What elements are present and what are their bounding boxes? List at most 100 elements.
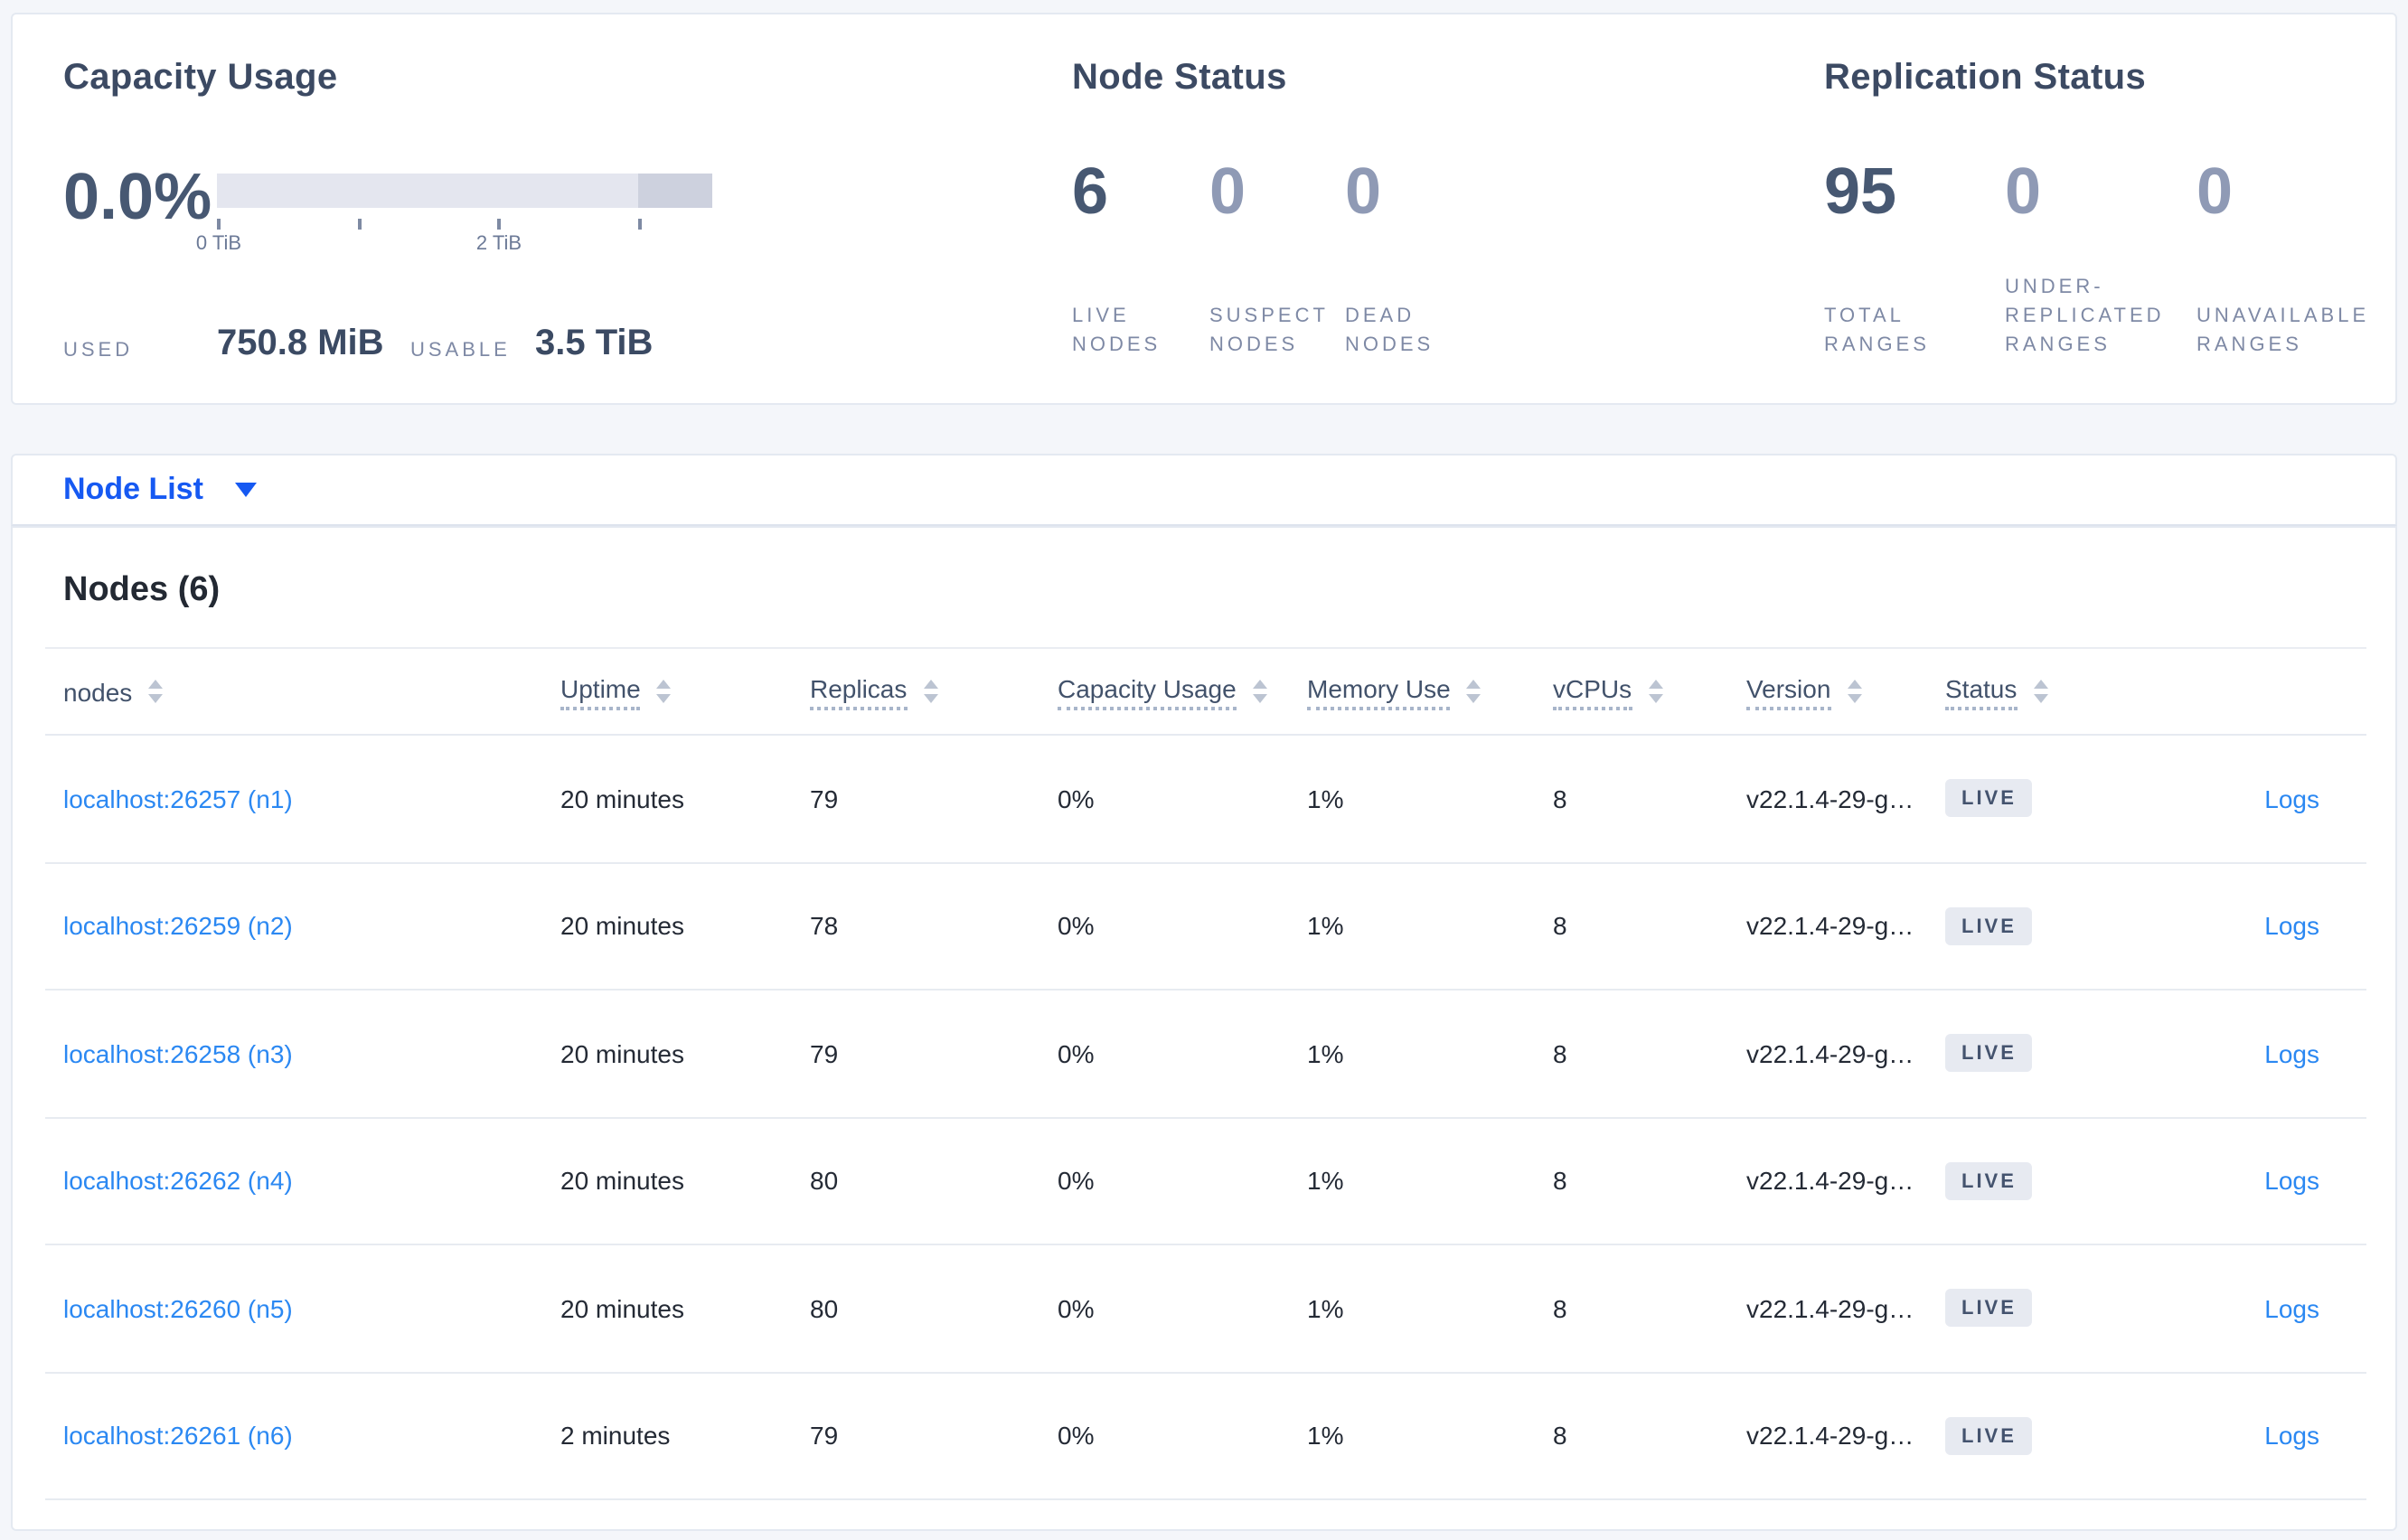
memory-use-cell: 1% <box>1307 1293 1344 1323</box>
axis-tick-label: 0 TiB <box>195 233 242 255</box>
node-cell: localhost:26258 (n3) <box>63 1039 560 1068</box>
memory-use-cell: 1% <box>1307 1038 1344 1068</box>
uptime-cell: 20 minutes <box>560 1293 684 1323</box>
capacity-bar: 0 TiB 2 TiB <box>196 174 712 255</box>
capacity-usage-cell: 0% <box>1058 911 1095 941</box>
status-badge: LIVE <box>1945 1416 2033 1455</box>
version-cell: v22.1.4-29-g… <box>1746 1038 1914 1068</box>
vcpus-cell: 8 <box>1553 1166 1567 1196</box>
node-cell: localhost:26261 (n6) <box>63 1422 560 1451</box>
logs-link[interactable]: Logs <box>2264 1422 2319 1451</box>
column-header-label: nodes <box>63 677 133 706</box>
logs-link[interactable]: Logs <box>2264 1039 2319 1068</box>
used-value: 750.8 MiB <box>217 324 384 363</box>
logs-link[interactable]: Logs <box>2264 1167 2319 1196</box>
stat-value: 95 <box>1824 154 1897 228</box>
version-cell: v22.1.4-29-g… <box>1746 784 1914 813</box>
node-link[interactable]: localhost:26258 (n3) <box>63 1039 293 1068</box>
node-status-title: Node Status <box>1072 58 1287 98</box>
status-cell: LIVE <box>1945 906 2137 945</box>
table-row: localhost:26257 (n1) 20 minutes 79 0% 1%… <box>45 736 2366 863</box>
status-badge: LIVE <box>1945 1289 2033 1328</box>
vcpus-cell: 8 <box>1553 784 1567 813</box>
node-link[interactable]: localhost:26260 (n5) <box>63 1294 293 1323</box>
node-link[interactable]: localhost:26257 (n1) <box>63 784 293 813</box>
logs-link[interactable]: Logs <box>2264 784 2319 813</box>
column-header-label: Version <box>1746 673 1831 709</box>
chevron-down-icon <box>235 483 258 497</box>
axis-tick-label: 2 TiB <box>475 233 522 255</box>
column-header-label: Status <box>1945 673 2018 709</box>
uptime-cell: 20 minutes <box>560 911 684 941</box>
table-row: localhost:26260 (n5) 20 minutes 80 0% 1%… <box>45 1245 2366 1373</box>
capacity-usage-title: Capacity Usage <box>63 58 338 98</box>
stat-value: 0 <box>2196 154 2234 228</box>
column-header-replicas[interactable]: Replicas <box>810 673 1058 709</box>
used-label: USED <box>63 340 134 362</box>
node-status-section: Node Status 6 LIVE NODES 0 SUSPECT NODES 0 DE… <box>1072 14 1651 403</box>
stat-label: UNAVAILABLE RANGES <box>2196 305 2370 356</box>
status-cell: LIVE <box>1945 1034 2137 1073</box>
sort-arrows-icon <box>1648 680 1663 703</box>
nodes-table: nodes Uptime Replicas Capacity Usage Memory … <box>45 647 2366 1500</box>
nodes-panel: Nodes (6) nodes Uptime Replicas Capacity Us… <box>11 526 2397 1531</box>
column-header-capacity-usage[interactable]: Capacity Usage <box>1058 673 1307 709</box>
column-header-label: Uptime <box>560 673 641 709</box>
memory-use-cell: 1% <box>1307 1166 1344 1196</box>
sort-arrows-icon <box>923 680 938 703</box>
node-link[interactable]: localhost:26261 (n6) <box>63 1422 293 1451</box>
sort-arrows-icon <box>1252 680 1267 703</box>
table-row: localhost:26262 (n4) 20 minutes 80 0% 1%… <box>45 1118 2366 1245</box>
node-cell: localhost:26259 (n2) <box>63 912 560 941</box>
replicas-cell: 80 <box>810 1166 839 1196</box>
column-header-vcpus[interactable]: vCPUs <box>1553 673 1746 709</box>
column-header-status[interactable]: Status <box>1945 673 2137 709</box>
node-cell: localhost:26257 (n1) <box>63 784 560 813</box>
version-cell: v22.1.4-29-g… <box>1746 1166 1914 1196</box>
column-header-label: vCPUs <box>1553 673 1632 709</box>
capacity-usage-cell: 0% <box>1058 1038 1095 1068</box>
logs-cell: Logs <box>2137 1039 2366 1068</box>
status-cell: LIVE <box>1945 1289 2137 1328</box>
replication-status-title: Replication Status <box>1824 58 2147 98</box>
node-link[interactable]: localhost:26259 (n2) <box>63 912 293 941</box>
status-badge: LIVE <box>1945 1034 2033 1073</box>
capacity-bar-dark-segment <box>637 174 712 208</box>
replicas-cell: 79 <box>810 1421 839 1451</box>
memory-use-cell: 1% <box>1307 911 1344 941</box>
stat-label: DEAD NODES <box>1345 305 1434 356</box>
node-list-dropdown[interactable]: Node List <box>63 455 258 524</box>
status-badge: LIVE <box>1945 1161 2033 1200</box>
stat-label: LIVE NODES <box>1072 305 1162 356</box>
column-header-uptime[interactable]: Uptime <box>560 673 810 709</box>
axis-tick <box>638 219 642 230</box>
nodes-panel-title: Nodes (6) <box>63 571 221 609</box>
column-header-label: Memory Use <box>1307 673 1451 709</box>
capacity-usage-cell: 0% <box>1058 1421 1095 1451</box>
cluster-summary-card: Capacity Usage 0.0% 0 TiB 2 TiB USED 750… <box>11 13 2397 405</box>
node-cell: localhost:26262 (n4) <box>63 1167 560 1196</box>
memory-use-cell: 1% <box>1307 784 1344 813</box>
nodes-table-header-row: nodes Uptime Replicas Capacity Usage Memory … <box>45 647 2366 736</box>
logs-link[interactable]: Logs <box>2264 912 2319 941</box>
status-cell: LIVE <box>1945 1161 2137 1200</box>
status-badge: LIVE <box>1945 779 2033 818</box>
cluster-overview-page: Capacity Usage 0.0% 0 TiB 2 TiB USED 750… <box>0 0 2408 1540</box>
column-header-nodes[interactable]: nodes <box>63 677 560 706</box>
uptime-cell: 20 minutes <box>560 784 684 813</box>
stat-label: UNDER-REPLICATED RANGES <box>2005 277 2165 356</box>
uptime-cell: 2 minutes <box>560 1421 671 1451</box>
axis-tick <box>358 219 362 230</box>
status-cell: LIVE <box>1945 779 2137 818</box>
node-link[interactable]: localhost:26262 (n4) <box>63 1167 293 1196</box>
uptime-cell: 20 minutes <box>560 1166 684 1196</box>
axis-tick <box>217 219 221 230</box>
logs-link[interactable]: Logs <box>2264 1294 2319 1323</box>
logs-cell: Logs <box>2137 1294 2366 1323</box>
column-header-version[interactable]: Version <box>1746 673 1945 709</box>
column-header-memory-use[interactable]: Memory Use <box>1307 673 1553 709</box>
version-cell: v22.1.4-29-g… <box>1746 1293 1914 1323</box>
stat-value: 0 <box>1209 154 1246 228</box>
logs-cell: Logs <box>2137 784 2366 813</box>
vcpus-cell: 8 <box>1553 1421 1567 1451</box>
